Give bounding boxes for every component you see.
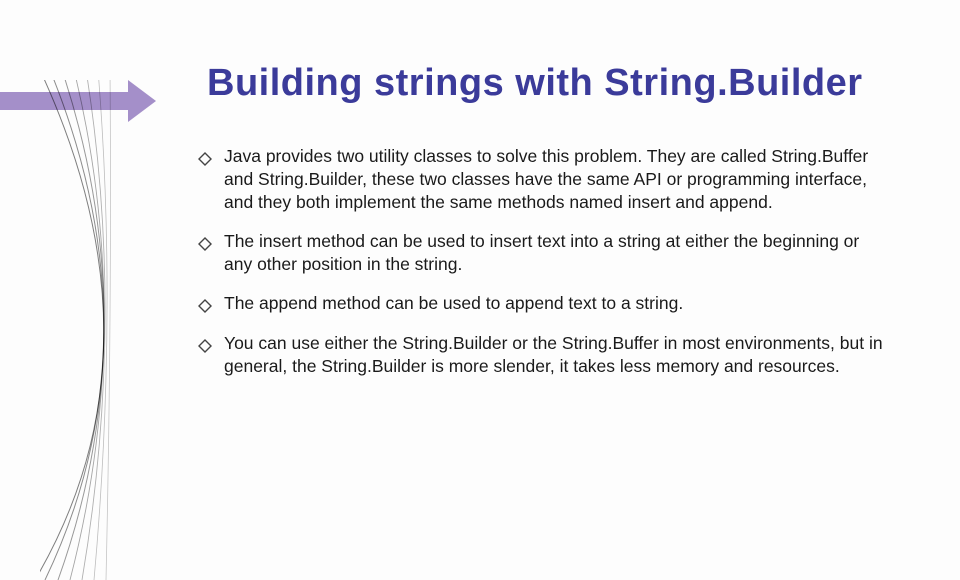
bullet-text: Java provides two utility classes to sol…: [224, 145, 888, 214]
diamond-bullet-icon: [198, 149, 212, 163]
diamond-bullet-icon: [198, 336, 212, 350]
list-item: The insert method can be used to insert …: [198, 230, 888, 276]
list-item: The append method can be used to append …: [198, 292, 888, 315]
bullet-text: You can use either the String.Builder or…: [224, 332, 888, 378]
bullet-text: The insert method can be used to insert …: [224, 230, 888, 276]
content-area: Java provides two utility classes to sol…: [198, 145, 888, 394]
list-item: You can use either the String.Builder or…: [198, 332, 888, 378]
diamond-bullet-icon: [198, 296, 212, 310]
list-item: Java provides two utility classes to sol…: [198, 145, 888, 214]
diamond-bullet-icon: [198, 234, 212, 248]
bullet-text: The append method can be used to append …: [224, 292, 888, 315]
slide-title: Building strings with String.Builder: [207, 62, 863, 105]
